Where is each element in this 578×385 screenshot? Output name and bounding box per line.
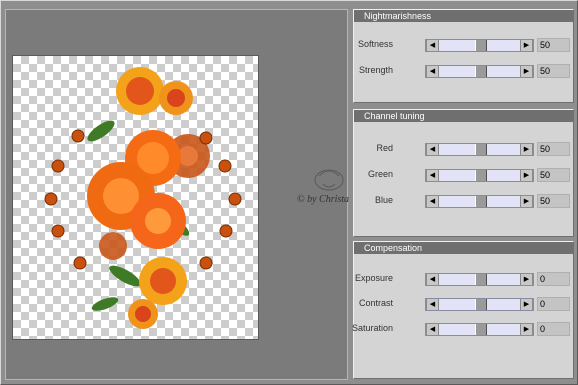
strength-value[interactable]: 50 (537, 64, 570, 78)
right-arrow-icon[interactable]: ▶ (520, 274, 533, 285)
slider-thumb[interactable] (474, 299, 487, 310)
preview-canvas[interactable] (12, 55, 259, 340)
slider-row-green: Green ◀ ▶ 50 (354, 168, 573, 182)
slider-label: Exposure (354, 273, 393, 283)
left-arrow-icon[interactable]: ◀ (426, 274, 439, 285)
slider-label: Green (367, 169, 393, 179)
slider-thumb[interactable] (474, 144, 487, 155)
blue-value[interactable]: 50 (537, 194, 570, 208)
strength-slider[interactable]: ◀ ▶ (425, 65, 534, 78)
softness-value[interactable]: 50 (537, 38, 570, 52)
slider-label: Softness (357, 39, 393, 49)
red-slider[interactable]: ◀ ▶ (425, 143, 534, 156)
softness-slider[interactable]: ◀ ▶ (425, 39, 534, 52)
slider-row-contrast: Contrast ◀ ▶ 0 (354, 297, 573, 311)
saturation-slider[interactable]: ◀ ▶ (425, 323, 534, 336)
right-arrow-icon[interactable]: ▶ (520, 144, 533, 155)
panel-nightmarishness: Nightmarishness Softness ◀ ▶ 50 Strength… (353, 9, 574, 103)
slider-label: Strength (358, 65, 393, 75)
right-arrow-icon[interactable]: ▶ (520, 196, 533, 207)
slider-row-red: Red ◀ ▶ 50 (354, 142, 573, 156)
preview-area: © by Christa (5, 9, 349, 380)
right-arrow-icon[interactable]: ▶ (520, 66, 533, 77)
left-arrow-icon[interactable]: ◀ (426, 144, 439, 155)
left-arrow-icon[interactable]: ◀ (426, 66, 439, 77)
slider-row-saturation: Saturation ◀ ▶ 0 (352, 322, 573, 336)
flower-artwork (44, 67, 242, 329)
slider-row-blue: Blue ◀ ▶ 50 (354, 194, 573, 208)
right-arrow-icon[interactable]: ▶ (520, 40, 533, 51)
left-arrow-icon[interactable]: ◀ (426, 40, 439, 51)
left-arrow-icon[interactable]: ◀ (426, 299, 439, 310)
slider-row-exposure: Exposure ◀ ▶ 0 (354, 272, 573, 286)
slider-thumb[interactable] (474, 40, 487, 51)
panel-title: Channel tuning (354, 110, 573, 122)
left-arrow-icon[interactable]: ◀ (426, 170, 439, 181)
panel-compensation: Compensation Exposure ◀ ▶ 0 Contrast ◀ ▶… (352, 241, 574, 379)
slider-label: Red (376, 143, 393, 153)
saturation-value[interactable]: 0 (537, 322, 570, 336)
panel-channel-tuning: Channel tuning Red ◀ ▶ 50 Green ◀ ▶ 50 B… (353, 109, 574, 237)
slider-thumb[interactable] (474, 196, 487, 207)
green-value[interactable]: 50 (537, 168, 570, 182)
slider-row-softness: Softness ◀ ▶ 50 (354, 38, 573, 52)
panel-title: Nightmarishness (354, 10, 573, 22)
exposure-value[interactable]: 0 (537, 272, 570, 286)
slider-label: Contrast (358, 298, 393, 308)
green-slider[interactable]: ◀ ▶ (425, 169, 534, 182)
right-arrow-icon[interactable]: ▶ (520, 299, 533, 310)
right-arrow-icon[interactable]: ▶ (520, 324, 533, 335)
slider-thumb[interactable] (474, 274, 487, 285)
slider-label: Blue (374, 195, 393, 205)
slider-thumb[interactable] (474, 324, 487, 335)
slider-label: Saturation (351, 323, 393, 333)
contrast-slider[interactable]: ◀ ▶ (425, 298, 534, 311)
left-arrow-icon[interactable]: ◀ (426, 324, 439, 335)
exposure-slider[interactable]: ◀ ▶ (425, 273, 534, 286)
red-value[interactable]: 50 (537, 142, 570, 156)
slider-row-strength: Strength ◀ ▶ 50 (354, 64, 573, 78)
blue-slider[interactable]: ◀ ▶ (425, 195, 534, 208)
slider-thumb[interactable] (474, 66, 487, 77)
filter-dialog: © by Christa Nightmarishness Softness ◀ … (0, 0, 578, 385)
panel-title: Compensation (354, 242, 573, 254)
right-arrow-icon[interactable]: ▶ (520, 170, 533, 181)
left-arrow-icon[interactable]: ◀ (426, 196, 439, 207)
slider-thumb[interactable] (474, 170, 487, 181)
contrast-value[interactable]: 0 (537, 297, 570, 311)
